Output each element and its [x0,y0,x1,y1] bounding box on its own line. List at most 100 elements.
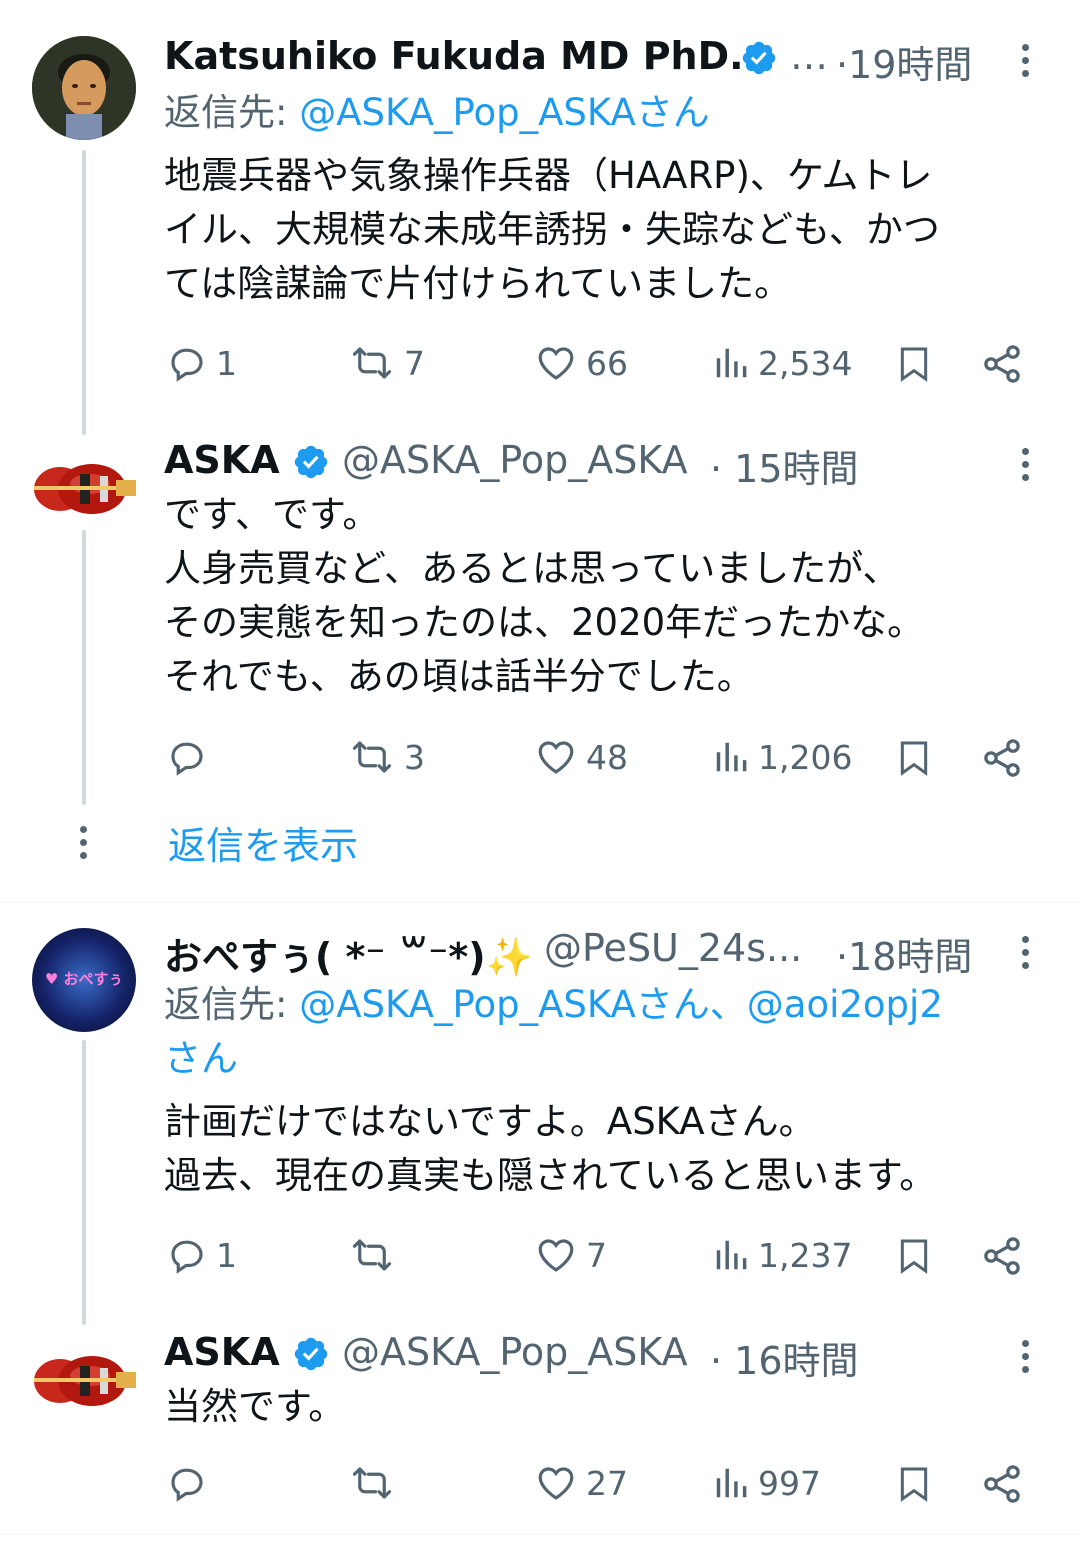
reply-to-line: 返信先: @ASKA_Pop_ASKAさん [164,86,710,140]
avatar-text: ♥ おぺすぅ [44,970,124,988]
views-button[interactable]: 997 [712,1462,821,1504]
author-handle[interactable]: … [790,34,828,78]
timestamp[interactable]: ·18時間 [836,926,972,981]
view-count: 997 [758,1463,821,1503]
author-handle[interactable]: @PeSU_24s... [544,926,802,970]
author-name[interactable]: Katsuhiko Fukuda MD PhD... [164,34,772,78]
share-icon[interactable] [980,342,1024,386]
verified-badge-icon [294,1337,328,1371]
share-icon[interactable] [980,736,1024,780]
reply-count: 1 [216,1235,237,1275]
like-count: 7 [586,1235,607,1275]
more-options-icon[interactable] [1022,1340,1032,1379]
like-count: 66 [586,343,628,383]
views-button[interactable]: 1,206 [712,736,852,778]
timestamp[interactable]: · 16時間 [710,1330,859,1385]
timestamp[interactable]: ·19時間 [836,34,972,89]
views-chart-icon [716,1240,747,1270]
show-replies-link[interactable]: 返信を表示 [168,815,358,870]
views-chart-icon [716,1468,747,1498]
tweet-text: 計画だけではないですよ。ASKAさん。 過去、現在の真実も隠されていると思います… [164,1095,936,1203]
reply-to-mention[interactable]: @ASKA_Pop_ASKAさん [299,91,710,134]
tweet-text-line: イル、大規模な未成年誘拐・失踪なども、かつ [164,208,940,251]
view-count: 1,206 [758,737,853,777]
violin-guitar-icon [34,464,136,514]
views-button[interactable]: 2,534 [712,342,852,384]
like-button[interactable]: 48 [534,736,628,778]
author-handle[interactable]: @ASKA_Pop_ASKA [342,1330,688,1374]
bookmark-icon[interactable] [894,1462,934,1506]
reply-to-mention[interactable]: さん [164,1032,943,1086]
more-options-icon[interactable] [1022,936,1032,975]
reply-to-label: 返信先: [164,983,300,1026]
share-icon[interactable] [980,1462,1024,1506]
retweet-button[interactable]: 3 [348,736,425,778]
tweet-text-line: 人身売買など、あるとは思っていましたが、 [164,547,900,590]
tweet-text: です、です。 人身売買など、あるとは思っていましたが、 その実態を知ったのは、2… [164,488,924,704]
reply-button[interactable] [166,736,216,778]
tweet-text-line: 当然です。 [164,1385,346,1428]
reply-icon [171,348,203,382]
tweet-text: 当然です。 [164,1380,345,1434]
view-count: 2,534 [758,343,853,383]
reply-icon [171,742,203,776]
bookmark-icon[interactable] [894,1234,934,1278]
views-chart-icon [716,348,747,378]
tweet-text-line: 地震兵器や気象操作兵器（HAARP)、ケムトレ [164,154,933,197]
reply-to-label: 返信先: [164,91,300,134]
timestamp[interactable]: · 15時間 [710,438,859,493]
like-button[interactable]: 66 [534,342,628,384]
retweet-count: 7 [404,343,425,383]
retweet-button[interactable] [348,1234,404,1276]
more-options-icon[interactable] [1022,448,1032,487]
author-name[interactable]: ASKA [164,438,280,482]
more-options-icon[interactable] [1022,44,1032,83]
author-handle[interactable]: @ASKA_Pop_ASKA [342,438,688,482]
violin-guitar-icon [34,1356,136,1406]
divider [0,902,1080,903]
views-button[interactable]: 1,237 [712,1234,852,1276]
reply-icon [171,1468,203,1502]
reply-to-mention[interactable]: @ASKA_Pop_ASKAさん、@aoi2opj2 [299,983,943,1026]
like-button[interactable]: 7 [534,1234,607,1276]
like-count: 48 [586,737,628,777]
heart-icon [538,1467,574,1500]
avatar[interactable] [30,1336,140,1426]
tweet-text-line: 過去、現在の真実も隠されていると思います。 [164,1154,937,1197]
verified-badge-icon [294,445,328,479]
retweet-button[interactable]: 7 [348,342,425,384]
retweet-icon [352,1239,392,1271]
reply-count: 1 [216,343,237,383]
views-chart-icon [716,742,747,772]
tweet-text-line: です、です。 [164,493,380,536]
reply-button[interactable] [166,1462,216,1504]
heart-icon [538,1239,574,1272]
heart-icon [538,347,574,380]
reply-to-line: 返信先: @ASKA_Pop_ASKAさん、@aoi2opj2 さん [164,978,943,1086]
retweet-icon [352,741,392,773]
tweet-text-line: 計画だけではないですよ。ASKAさん。 [164,1100,816,1143]
like-button[interactable]: 27 [534,1462,628,1504]
tweet-text-line: ては陰謀論で片付けられていました。 [164,262,792,305]
retweet-button[interactable] [348,1462,404,1504]
reply-button[interactable]: 1 [166,342,237,384]
avatar[interactable] [32,36,136,140]
bookmark-icon[interactable] [894,736,934,780]
reply-button[interactable]: 1 [166,1234,237,1276]
avatar-portrait-icon [32,36,136,140]
heart-icon [538,741,574,774]
view-count: 1,237 [758,1235,853,1275]
avatar[interactable] [30,444,140,534]
retweet-icon [352,347,392,379]
bookmark-icon[interactable] [894,342,934,386]
retweet-icon [352,1467,392,1499]
tweet-text: 地震兵器や気象操作兵器（HAARP)、ケムトレ イル、大規模な未成年誘拐・失踪な… [164,149,940,311]
author-name[interactable]: おぺすぅ( *⁻ ꒳⁻*)✨ [164,926,533,981]
thread-line [82,150,86,435]
avatar[interactable]: ♥ おぺすぅ [32,928,136,1032]
verified-badge-icon [742,41,776,75]
author-name[interactable]: ASKA [164,1330,280,1374]
reply-icon [171,1240,203,1274]
tweet-text-line: それでも、あの頃は話半分でした。 [164,655,754,698]
share-icon[interactable] [980,1234,1024,1278]
